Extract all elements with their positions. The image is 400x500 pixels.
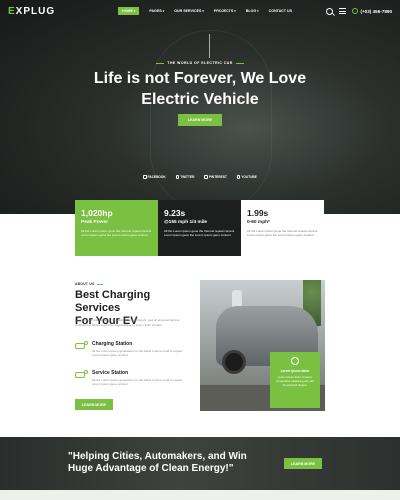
about-title-line: Best Charging Services (75, 289, 151, 314)
hero-learn-more-button[interactable]: LEARN MORE (178, 114, 222, 126)
page: EXPLUG HOME ▾ PAGES ▾ OUR SERVICES ▾ PROJEC… (0, 0, 400, 500)
chevron-down-icon: ▾ (202, 9, 204, 13)
main-menu: HOME ▾ PAGES ▾ OUR SERVICES ▾ PROJECTS ▾ BLO… (118, 7, 292, 15)
eyebrow-bar (156, 62, 165, 64)
stat-desc: All the Lorem Ipsum gene the Internet re… (164, 229, 235, 238)
cta-title: "Helping Cities, Automakers, and Win Hug… (68, 451, 288, 475)
feature-title: Service Station (92, 370, 129, 376)
social-label: FACEBOOK (147, 175, 166, 179)
nav-item-contact[interactable]: CONTACT US (269, 9, 292, 13)
info-card-desc: Lorem ipsum dolor sit amet, consectetur … (275, 375, 315, 387)
social-links: FACEBOOK TWITTER PINTEREST YOUTUBE (0, 175, 400, 179)
nav-item-pages[interactable]: PAGES ▾ (149, 9, 164, 13)
nav-item-services[interactable]: OUR SERVICES ▾ (174, 9, 204, 13)
chevron-down-icon: ▾ (133, 9, 136, 13)
stat-desc: All the Lorem Ipsum gene the Internet re… (81, 229, 152, 238)
twitter-icon (175, 175, 180, 179)
cta-learn-more-button[interactable]: LEARN MORE (284, 458, 322, 469)
chevron-down-icon: ▾ (162, 9, 165, 13)
stat-desc: All the Lorem Ipsum gene the Internet re… (247, 229, 318, 238)
nav-label: HOME (122, 9, 133, 13)
info-card: Lorem ipsum dolor Lorem ipsum dolor sit … (270, 352, 320, 408)
social-label: PINTEREST (208, 175, 227, 179)
cta-title-line: "Helping Cities, Automakers, and Win (68, 451, 247, 462)
stats-row: 1,020hp Peak Power All the Lorem Ipsum g… (75, 200, 325, 256)
stat-card: 1.99s 0-60 mph* All the Lorem Ipsum gene… (241, 200, 324, 256)
about-eyebrow: ABOUT US (75, 282, 103, 286)
eyebrow-bar (235, 62, 244, 64)
phone-icon (352, 8, 359, 14)
hero-title-line: Electric Vehicle (141, 91, 259, 108)
nav-item-blog[interactable]: BLOG ▾ (246, 9, 259, 13)
about-eyebrow-text: ABOUT US (75, 282, 95, 286)
chevron-down-icon: ▾ (257, 9, 259, 13)
stat-card: 9.23s @155 mph 1/4 mile All the Lorem Ip… (158, 200, 241, 256)
stat-label: @155 mph 1/4 mile (164, 220, 208, 225)
info-card-title: Lorem ipsum dolor (280, 369, 310, 373)
info-card-icon (291, 357, 299, 365)
facebook-icon (143, 175, 147, 179)
stat-value: 9.23s (164, 208, 186, 218)
nav-right: (+03) 456-7890 (326, 7, 392, 15)
feature-desc: All the Lorem Ipsum generators on the Al… (92, 349, 182, 358)
hero-eyebrow-text: THE WORLD OF ELECTRIC CAR (167, 61, 233, 65)
youtube-icon (236, 175, 241, 179)
feature-charging-station: Charging Station All the Lorem Ipsum gen… (75, 341, 190, 358)
decorative-line (209, 34, 210, 58)
nav-item-home[interactable]: HOME ▾ (118, 7, 140, 15)
logo-text: XPLUG (15, 5, 56, 17)
feature-desc: All the Lorem Ipsum generators on the Al… (92, 378, 182, 387)
hero-eyebrow: THE WORLD OF ELECTRIC CAR (0, 61, 400, 65)
social-label: YOUTUBE (241, 175, 257, 179)
stat-label: Peak Power (81, 220, 108, 225)
hero-title-line: Life is not Forever, We Love (93, 70, 307, 87)
logo[interactable]: EXPLUG (8, 6, 55, 17)
nav-label: CONTACT US (268, 9, 292, 13)
nav-label: OUR SERVICES (174, 9, 202, 13)
feature-service-station: Service Station All the Lorem Ipsum gene… (75, 370, 190, 387)
phone-link[interactable]: (+03) 456-7890 (352, 8, 392, 14)
charging-station-icon (75, 341, 88, 351)
about-learn-more-button[interactable]: LEARN MORE (75, 399, 113, 410)
hero-section: EXPLUG HOME ▾ PAGES ▾ OUR SERVICES ▾ PROJEC… (0, 0, 400, 214)
stat-value: 1,020hp (81, 208, 113, 218)
social-facebook[interactable]: FACEBOOK (143, 175, 166, 179)
nav-item-projects[interactable]: PROJECTS ▾ (214, 9, 236, 13)
stat-card: 1,020hp Peak Power All the Lorem Ipsum g… (75, 200, 158, 256)
nav-label: PROJECTS (213, 9, 234, 13)
chevron-down-icon: ▾ (234, 9, 236, 13)
nav-label: BLOG (245, 9, 257, 13)
search-icon[interactable] (326, 7, 334, 15)
hamburger-menu-icon[interactable] (339, 8, 347, 14)
about-description: Lorem ipsum dolor sit amet consectetur a… (75, 318, 180, 327)
service-station-icon (75, 370, 88, 380)
top-nav: EXPLUG HOME ▾ PAGES ▾ OUR SERVICES ▾ PROJEC… (0, 0, 400, 22)
social-pinterest[interactable]: PINTEREST (204, 175, 227, 179)
cta-title-line: Huge Advantage of Clean Energy!" (68, 463, 234, 474)
logo-prefix: E (8, 5, 16, 17)
phone-number: (+03) 456-7890 (360, 8, 392, 14)
stat-value: 1.99s (247, 208, 269, 218)
hero-title: Life is not Forever, We Love Electric Ve… (0, 68, 400, 110)
social-label: TWITTER (180, 175, 195, 179)
social-twitter[interactable]: TWITTER (175, 175, 195, 179)
car-wheel (222, 350, 246, 374)
pinterest-icon (204, 175, 208, 179)
stat-label: 0-60 mph* (247, 220, 270, 225)
feature-title: Charging Station (92, 341, 133, 347)
nav-label: PAGES (149, 9, 162, 13)
eyebrow-bar (96, 283, 103, 285)
social-youtube[interactable]: YOUTUBE (236, 175, 257, 179)
footer-strip (0, 490, 400, 500)
